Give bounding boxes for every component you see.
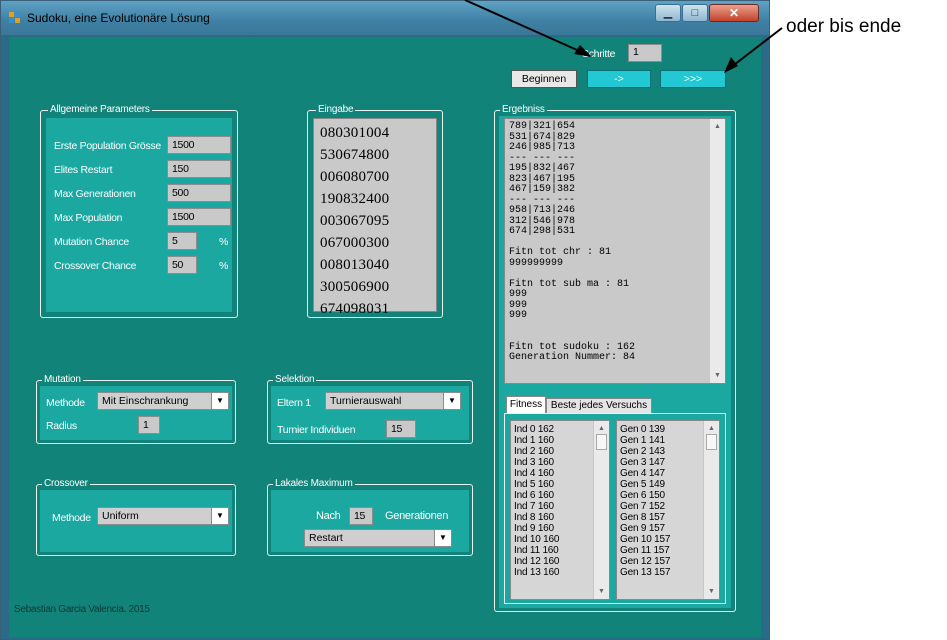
list-item[interactable]: Ind 0 162 bbox=[514, 424, 559, 435]
list-scrollbar[interactable]: ▲ ▼ bbox=[703, 421, 719, 599]
nach-input[interactable]: 15 bbox=[349, 507, 373, 525]
crossover-method-value: Uniform bbox=[102, 510, 139, 522]
eltern-value: Turnierauswahl bbox=[330, 395, 402, 407]
crossover-method-select[interactable]: Uniform ▼ bbox=[97, 507, 229, 525]
list-item[interactable]: Gen 4 147 bbox=[620, 468, 670, 479]
eingabe-line: 080301004 bbox=[320, 125, 390, 141]
crossover-title: Crossover bbox=[42, 478, 90, 489]
annotation-text: oder bis ende bbox=[786, 16, 902, 37]
list-item[interactable]: Ind 4 160 bbox=[514, 468, 559, 479]
eingabe-line: 530674800 bbox=[320, 147, 390, 163]
chevron-down-icon: ▼ bbox=[211, 393, 228, 409]
result-text: 789|321|654 531|674|829 246|985|713 --- … bbox=[509, 121, 636, 363]
chevron-down-icon: ▼ bbox=[211, 508, 228, 524]
eltern-select[interactable]: Turnierauswahl ▼ bbox=[325, 392, 461, 410]
generation-list[interactable]: Gen 0 139 Gen 1 141 Gen 2 143 Gen 3 147 … bbox=[616, 420, 720, 600]
mutation-chance-input[interactable]: 5 bbox=[167, 232, 197, 250]
turnier-label: Turnier Individuen bbox=[277, 424, 356, 436]
list-item[interactable]: Ind 12 160 bbox=[514, 556, 559, 567]
max-generations-input[interactable]: 500 bbox=[167, 184, 231, 202]
max-population-input[interactable]: 1500 bbox=[167, 208, 231, 226]
list-item[interactable]: Gen 11 157 bbox=[620, 545, 670, 556]
eingabe-line: 067000300 bbox=[320, 235, 390, 251]
list-item[interactable]: Gen 6 150 bbox=[620, 490, 670, 501]
eingabe-title: Eingabe bbox=[316, 104, 356, 115]
list-item[interactable]: Gen 0 139 bbox=[620, 424, 670, 435]
list-item[interactable]: Gen 8 157 bbox=[620, 512, 670, 523]
eltern-label: Eltern 1 bbox=[277, 397, 311, 409]
list-item[interactable]: Gen 12 157 bbox=[620, 556, 670, 567]
crossover-method-label: Methode bbox=[52, 512, 91, 524]
list-item[interactable]: Ind 2 160 bbox=[514, 446, 559, 457]
list-item[interactable]: Gen 5 149 bbox=[620, 479, 670, 490]
list-item[interactable]: Ind 5 160 bbox=[514, 479, 559, 490]
author-label: Sebastian Garcia Valencia. 2015 bbox=[14, 604, 150, 615]
nach-label: Nach bbox=[316, 510, 341, 522]
list-scrollbar[interactable]: ▲ ▼ bbox=[593, 421, 609, 599]
selektion-title: Selektion bbox=[273, 374, 317, 385]
percent-unit: % bbox=[219, 260, 229, 272]
first-population-input[interactable]: 1500 bbox=[167, 136, 231, 154]
list-item[interactable]: Ind 7 160 bbox=[514, 501, 559, 512]
list-item[interactable]: Gen 7 152 bbox=[620, 501, 670, 512]
eingabe-line: 003067095 bbox=[320, 213, 390, 229]
params-title: Allgemeine Parameters bbox=[48, 104, 152, 115]
mutation-method-value: Mit Einschrankung bbox=[102, 395, 189, 407]
lokales-title: Lakales Maximum bbox=[273, 478, 355, 489]
param-label: Mutation Chance bbox=[54, 236, 129, 248]
chevron-down-icon: ▼ bbox=[434, 530, 451, 546]
list-item[interactable]: Ind 3 160 bbox=[514, 457, 559, 468]
param-label: Crossover Chance bbox=[54, 260, 137, 272]
list-item[interactable]: Gen 10 157 bbox=[620, 534, 670, 545]
result-scrollbar[interactable]: ▲ ▼ bbox=[709, 119, 725, 383]
turnier-input[interactable]: 15 bbox=[386, 420, 416, 438]
param-label: Elites Restart bbox=[54, 164, 113, 176]
restart-select[interactable]: Restart ▼ bbox=[304, 529, 452, 547]
radius-label: Radius bbox=[46, 420, 77, 432]
param-label: Max Population bbox=[54, 212, 123, 224]
percent-unit: % bbox=[219, 236, 229, 248]
tab-beste[interactable]: Beste jedes Versuchs bbox=[546, 398, 652, 414]
param-label: Erste Population Grösse bbox=[54, 140, 161, 152]
chevron-down-icon: ▼ bbox=[443, 393, 460, 409]
list-item[interactable]: Ind 6 160 bbox=[514, 490, 559, 501]
eingabe-line: 008013040 bbox=[320, 257, 390, 273]
eingabe-line: 190832400 bbox=[320, 191, 390, 207]
list-item[interactable]: Gen 13 157 bbox=[620, 567, 670, 578]
generationen-label: Generationen bbox=[385, 510, 449, 522]
mutation-title: Mutation bbox=[42, 374, 83, 385]
individual-list[interactable]: Ind 0 162 Ind 1 160 Ind 2 160 Ind 3 160 … bbox=[510, 420, 610, 600]
mutation-method-label: Methode bbox=[46, 397, 85, 409]
list-item[interactable]: Ind 13 160 bbox=[514, 567, 559, 578]
list-item[interactable]: Gen 3 147 bbox=[620, 457, 670, 468]
list-item[interactable]: Ind 8 160 bbox=[514, 512, 559, 523]
list-item[interactable]: Ind 1 160 bbox=[514, 435, 559, 446]
list-item[interactable]: Gen 2 143 bbox=[620, 446, 670, 457]
restart-value: Restart bbox=[309, 532, 343, 544]
eingabe-line: 006080700 bbox=[320, 169, 390, 185]
crossover-chance-input[interactable]: 50 bbox=[167, 256, 197, 274]
radius-input[interactable]: 1 bbox=[138, 416, 160, 434]
eingabe-line: 674098031 bbox=[320, 301, 390, 317]
result-textarea[interactable]: 789|321|654 531|674|829 246|985|713 --- … bbox=[504, 118, 726, 384]
eingabe-line: 300506900 bbox=[320, 279, 390, 295]
elites-restart-input[interactable]: 150 bbox=[167, 160, 231, 178]
eingabe-textarea[interactable]: 080301004 530674800 006080700 190832400 … bbox=[313, 118, 437, 317]
param-label: Max Generationen bbox=[54, 188, 136, 200]
list-item[interactable]: Gen 1 141 bbox=[620, 435, 670, 446]
list-item[interactable]: Gen 9 157 bbox=[620, 523, 670, 534]
list-item[interactable]: Ind 10 160 bbox=[514, 534, 559, 545]
ergebniss-title: Ergebniss bbox=[500, 104, 547, 115]
tab-fitness[interactable]: Fitness bbox=[506, 396, 546, 414]
mutation-method-select[interactable]: Mit Einschrankung ▼ bbox=[97, 392, 229, 410]
list-item[interactable]: Ind 11 160 bbox=[514, 545, 559, 556]
list-item[interactable]: Ind 9 160 bbox=[514, 523, 559, 534]
